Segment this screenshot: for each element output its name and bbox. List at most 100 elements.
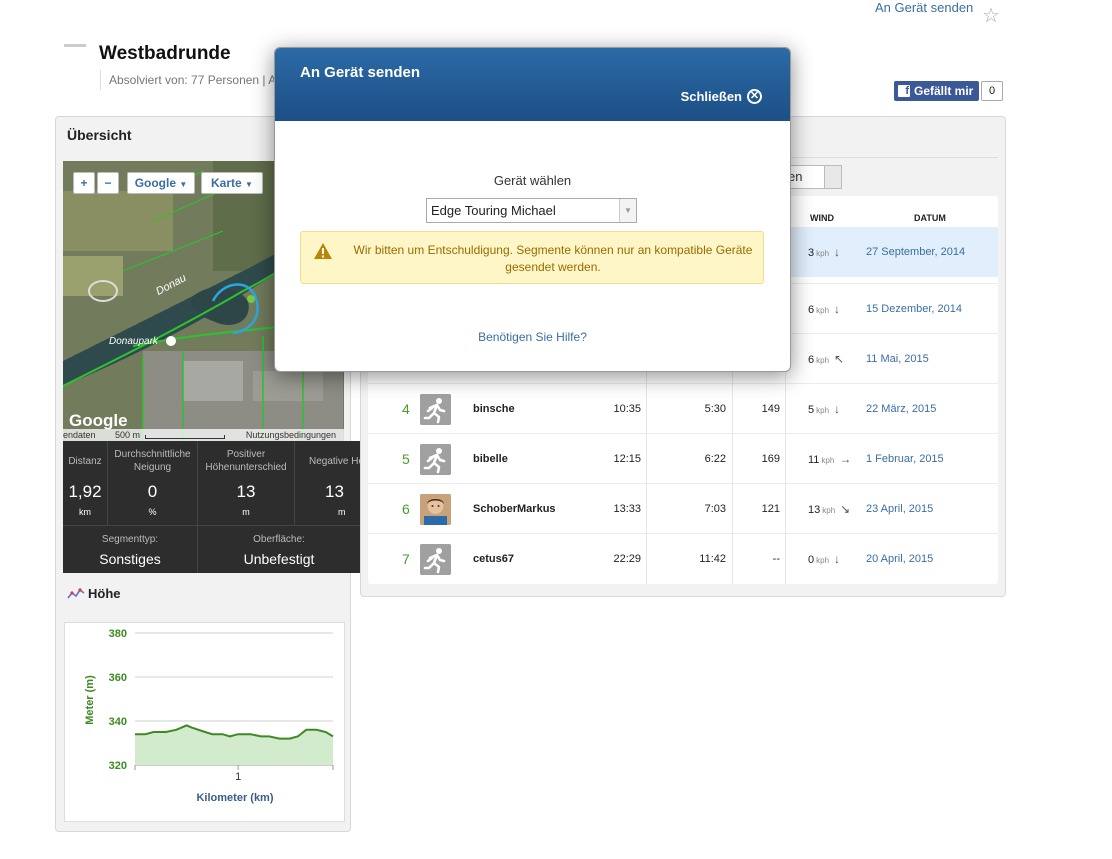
default-runner-avatar-icon[interactable] (420, 544, 451, 575)
help-link[interactable]: Benötigen Sie Hilfe? (275, 330, 790, 344)
google-logo: Google (69, 411, 128, 430)
stat-segment-type: Segmenttyp: Sonstiges (63, 526, 198, 573)
stat-value: 1,92 (68, 482, 102, 501)
row-wind: 11 kph → (808, 434, 851, 486)
stat-label: Distanz (68, 455, 102, 467)
table-row[interactable]: 7 cetus67 22:29 11:42 -- 0 kph ↓ 20 April, 2015 (368, 533, 998, 584)
send-to-device-link[interactable]: An Gerät senden (875, 0, 973, 15)
table-row[interactable]: 5 bibelle 12:15 6:22 169 11 kph → 1 Februar, 201… (368, 433, 998, 484)
wind-speed: 5 (808, 404, 815, 416)
completed-by-info: Absolviert von: 77 Personen | A (100, 70, 276, 90)
map-label-park: Donaupark (109, 336, 158, 347)
wind-speed: 6 (808, 354, 815, 366)
wind-unit: kph (816, 406, 830, 415)
row-date-link[interactable]: 23 April, 2015 (866, 484, 933, 534)
stat-elevation-loss: Negative Höhenunters 13 m (295, 441, 360, 525)
favorite-star-icon[interactable]: ☆ (982, 6, 1000, 26)
row-pace: 7:03 (704, 503, 726, 515)
wind-unit: kph (816, 556, 830, 565)
stat-value: 0 (147, 482, 158, 501)
row-date-link[interactable]: 15 Dezember, 2014 (866, 284, 962, 334)
stat-label: Positiver Höhenunterschied (205, 449, 287, 473)
chevron-down-icon: ▼ (179, 180, 188, 189)
wind-unit: kph (816, 306, 830, 315)
row-date-link[interactable]: 27 September, 2014 (866, 227, 965, 277)
segment-stats: Distanz 1,92 km Durchschnittliche Neigun… (63, 441, 360, 573)
wind-unit: kph (821, 456, 835, 465)
warning-icon (314, 243, 332, 259)
map-provider-label: Google (134, 176, 177, 190)
chevron-down-icon (824, 166, 841, 188)
wind-unit: kph (822, 506, 836, 515)
dialog-header: An Gerät senden Schließen ✕ (275, 48, 790, 121)
row-wind: 3 kph ↓ (808, 227, 840, 279)
wind-speed: 0 (808, 554, 815, 566)
row-wind: 0 kph ↓ (808, 534, 840, 586)
map-zoom-in-button[interactable]: + (73, 172, 95, 194)
map-provider-dropdown[interactable]: Google ▼ (127, 172, 195, 194)
stat-label: Oberfläche: (253, 534, 305, 545)
user-avatar[interactable] (420, 494, 451, 525)
map-terms-link[interactable]: Nutzungsbedingungen (246, 429, 336, 441)
row-heart-rate: 121 (761, 503, 780, 515)
y-tick-label: 340 (109, 716, 127, 728)
stat-unit: m (242, 507, 250, 517)
overview-heading: Übersicht (67, 127, 132, 143)
compatibility-warning: Wir bitten um Entschuldigung. Segmente k… (300, 231, 764, 284)
row-wind: 6 kph ↖ (808, 334, 844, 386)
row-wind: 5 kph ↓ (808, 384, 840, 436)
stat-distance: Distanz 1,92 km (63, 441, 108, 525)
wind-direction-icon: → (839, 452, 852, 466)
y-tick-label: 380 (109, 628, 127, 640)
wind-speed: 13 (808, 504, 821, 516)
row-time: 13:33 (613, 503, 641, 515)
y-tick-label: 360 (109, 672, 127, 684)
row-heart-rate: -- (772, 553, 780, 565)
row-athlete-name[interactable]: bibelle (473, 434, 508, 484)
map-type-dropdown[interactable]: Karte ▼ (201, 172, 263, 194)
default-runner-avatar-icon[interactable] (420, 444, 451, 475)
wind-speed: 3 (808, 247, 815, 259)
row-rank: 6 (402, 501, 410, 517)
dialog-close-button[interactable]: Schließen ✕ (681, 89, 762, 104)
elevation-chart-svg: 320 340 360 380 1 Meter (m) Kilometer (km) (84, 628, 334, 804)
stat-value: Sonstiges (99, 551, 161, 567)
map-zoom-out-button[interactable]: − (97, 172, 119, 194)
stat-avg-grade: Durchschnittliche Neigung 0 % (108, 441, 198, 525)
leaderboard-filter-dropdown[interactable]: en (782, 165, 842, 189)
y-tick-label: 320 (109, 760, 127, 772)
row-wind: 13 kph ↘ (808, 484, 850, 536)
wind-direction-icon: ↖ (834, 352, 845, 366)
row-time: 10:35 (613, 403, 641, 415)
activity-type-icon (64, 44, 86, 47)
row-date-link[interactable]: 22 März, 2015 (866, 384, 936, 434)
stat-value: Unbefestigt (243, 551, 315, 567)
table-row[interactable]: 6 SchoberMarkus 13:33 7:03 121 13 kph ↘ 23 April… (368, 483, 998, 534)
row-athlete-name[interactable]: SchoberMarkus (473, 484, 556, 534)
row-pace: 11:42 (699, 553, 726, 565)
row-rank: 4 (402, 401, 410, 417)
wind-unit: kph (816, 249, 830, 258)
column-header-wind[interactable]: WIND (810, 213, 834, 223)
table-row[interactable]: 4 binsche 10:35 5:30 149 5 kph ↓ 22 März, 2015 (368, 383, 998, 434)
column-header-date[interactable]: DATUM (914, 213, 946, 223)
row-athlete-name[interactable]: binsche (473, 384, 515, 434)
stat-unit: % (148, 507, 157, 517)
x-axis-label: Kilometer (km) (196, 792, 273, 804)
facebook-icon: f (898, 85, 910, 97)
elevation-chart: 320 340 360 380 1 Meter (m) Kilometer (km) (64, 622, 345, 822)
row-date-link[interactable]: 1 Februar, 2015 (866, 434, 944, 484)
default-runner-avatar-icon[interactable] (420, 394, 451, 425)
row-wind: 6 kph ↓ (808, 284, 840, 336)
stat-unit: km (79, 507, 91, 517)
row-athlete-name[interactable]: cetus67 (473, 534, 514, 584)
row-date-link[interactable]: 20 April, 2015 (866, 534, 933, 584)
stat-label: Negative Höhenunters (309, 455, 360, 467)
device-select[interactable]: Edge Touring Michael ▼ (426, 198, 637, 223)
stat-value: 13 (236, 482, 256, 501)
row-heart-rate: 149 (761, 403, 780, 415)
dialog-close-label: Schließen (680, 89, 742, 104)
row-date-link[interactable]: 11 Mai, 2015 (866, 334, 929, 384)
facebook-like-button[interactable]: f Gefällt mir (894, 81, 980, 101)
map-type-label: Karte (211, 176, 242, 190)
